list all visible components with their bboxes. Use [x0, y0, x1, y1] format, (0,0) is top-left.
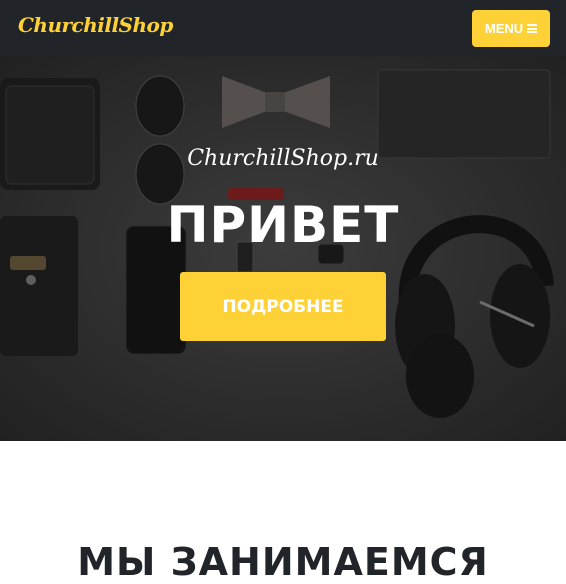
hamburger-icon: [527, 24, 538, 33]
brand-logo[interactable]: ChurchillShop: [18, 13, 173, 37]
menu-button[interactable]: MENU: [472, 10, 550, 47]
services-section-title: МЫ ЗАНИМАЕМСЯ: [77, 540, 489, 584]
navbar: ChurchillShop MENU: [0, 0, 566, 56]
menu-label: MENU: [484, 21, 524, 36]
learn-more-button[interactable]: ПОДРОБНЕЕ: [180, 272, 386, 341]
hero-subheading: ChurchillShop.ru: [187, 146, 379, 171]
hero-heading: ПРИВЕТ: [166, 196, 400, 254]
hero-section: ChurchillShop.ru ПРИВЕТ ПОДРОБНЕЕ: [0, 56, 566, 441]
